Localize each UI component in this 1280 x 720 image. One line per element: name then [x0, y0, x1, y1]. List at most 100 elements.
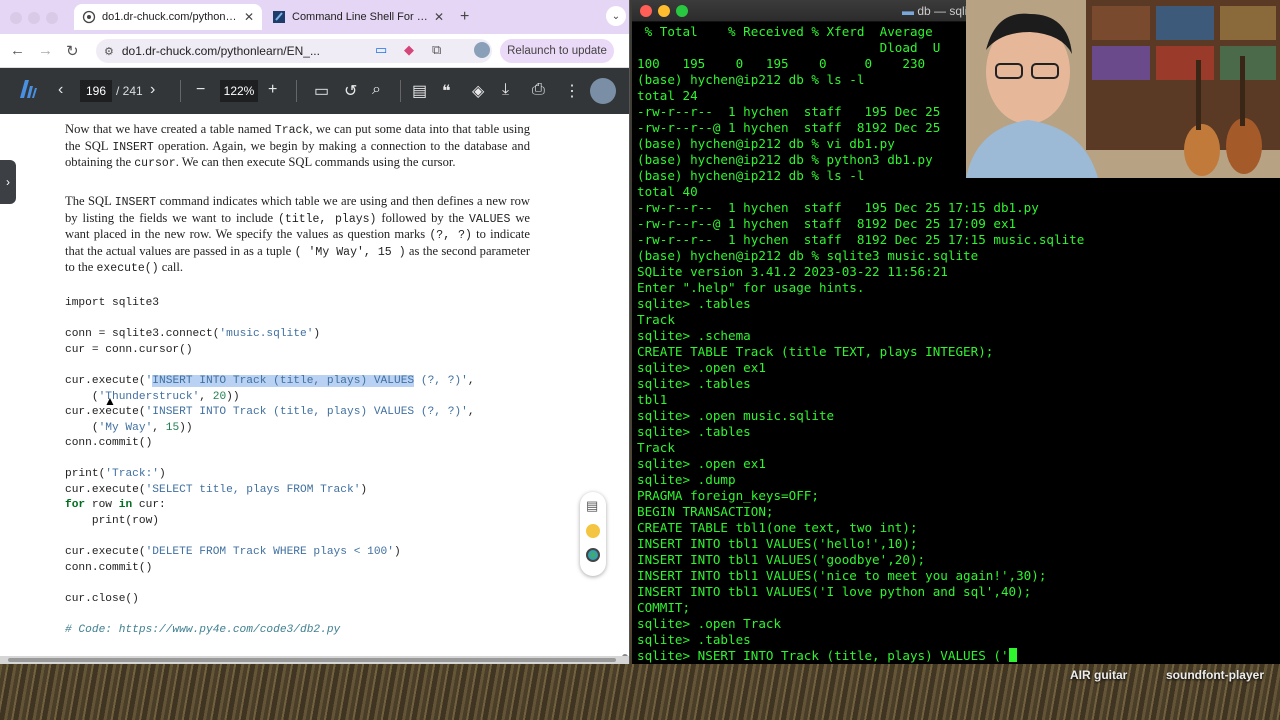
notes-icon[interactable]: ▤ — [586, 498, 598, 514]
toolbar-divider — [400, 80, 401, 102]
download-icon[interactable]: ⤓ — [502, 81, 509, 99]
close-icon[interactable]: ✕ — [434, 10, 444, 24]
code-line: conn = sqlite3.connect('music.sqlite') — [65, 328, 321, 340]
terminal-line: sqlite> .open ex1 — [637, 360, 766, 375]
scrollbar-thumb[interactable] — [8, 658, 616, 662]
terminal-line: INSERT INTO tbl1 VALUES('I love python a… — [637, 584, 1032, 599]
close-icon[interactable]: ✕ — [244, 10, 254, 24]
comment-icon[interactable]: ▤ — [412, 81, 427, 101]
next-page-icon[interactable]: › — [150, 81, 155, 99]
inline-code: VALUES — [468, 212, 511, 226]
code-line: print(row) — [65, 515, 159, 527]
terminal-line: COMMIT; — [637, 600, 691, 615]
zoom-level-input[interactable]: 122% — [220, 80, 258, 102]
terminal-line: Track — [637, 312, 675, 327]
window-close-button[interactable] — [10, 12, 22, 24]
window-zoom-button[interactable] — [46, 12, 58, 24]
code-line: cur.execute('INSERT INTO Track (title, p… — [65, 406, 475, 418]
zoom-out-icon[interactable]: − — [196, 81, 205, 99]
inline-code: (title, plays) — [278, 212, 377, 226]
mouse-cursor-icon: ▲ — [104, 394, 116, 408]
extension-icon[interactable]: ◆ — [404, 42, 414, 58]
terminal-line: tbl1 — [637, 392, 668, 407]
url-text: do1.dr-chuck.com/pythonlearn/EN_... — [121, 44, 320, 58]
code-line: print('Track:') — [65, 468, 166, 480]
search-icon[interactable]: ⌕ — [372, 81, 381, 99]
meet-camera-icon[interactable]: ▭ — [375, 42, 387, 58]
code-line: conn.commit() — [65, 562, 153, 574]
tab-sqlite-cli[interactable]: Command Line Shell For SQLite ✕ — [264, 4, 452, 30]
back-arrow-icon[interactable]: ← — [10, 42, 25, 59]
horizontal-scrollbar[interactable] — [0, 656, 629, 664]
profile-avatar[interactable] — [590, 78, 616, 104]
terminal-line: PRAGMA foreign_keys=OFF; — [637, 488, 819, 503]
terminal-line: SQLite version 3.41.2 2023-03-22 11:56:2… — [637, 264, 948, 279]
code-comment: # Code: https://www.py4e.com/code3/db2.p… — [65, 624, 341, 636]
inline-code: cursor — [134, 157, 176, 171]
terminal-line: sqlite> .open ex1 — [637, 456, 766, 471]
inline-code: Track — [274, 124, 310, 137]
terminal-line: Enter ".help" for usage hints. — [637, 280, 865, 295]
inline-code: execute() — [96, 262, 159, 276]
page-number-input[interactable]: 196 — [80, 80, 112, 102]
print-icon[interactable]: ⎙ — [532, 81, 545, 99]
pdf-logo-icon — [18, 78, 38, 105]
sidebar-toggle-chevron-icon[interactable]: › — [0, 160, 16, 204]
inline-code: INSERT — [114, 196, 157, 209]
zoom-in-icon[interactable]: + — [268, 81, 277, 99]
tab-pythonlearn[interactable]: do1.dr-chuck.com/pythonlearn ✕ — [74, 4, 262, 30]
paragraph-1: Now that we have created a table named T… — [65, 122, 530, 172]
quote-icon[interactable]: ❝ — [442, 81, 451, 101]
code-line: conn.commit() — [65, 437, 153, 449]
toolbar-divider — [296, 80, 297, 102]
relaunch-to-update-button[interactable]: Relaunch to update — [500, 39, 614, 63]
more-options-icon[interactable]: ⋮ — [564, 81, 580, 101]
new-tab-plus-icon[interactable]: + — [460, 8, 469, 26]
terminal-line: INSERT INTO tbl1 VALUES('nice to meet yo… — [637, 568, 1047, 583]
fit-to-page-icon[interactable]: ▭ — [314, 81, 329, 101]
terminal-line: BEGIN TRANSACTION; — [637, 504, 774, 519]
browser-window: do1.dr-chuck.com/pythonlearn ✕ Command L… — [0, 0, 630, 664]
address-bar-row: ← → ↻ ⚙ do1.dr-chuck.com/pythonlearn/EN_… — [0, 34, 629, 68]
terminal-prompt-line[interactable]: sqlite> NSERT INTO Track (title, plays) … — [637, 648, 1277, 664]
highlighter-icon[interactable]: ◈ — [472, 81, 484, 101]
page-total: / 241 — [116, 84, 143, 98]
terminal-line: sqlite> .tables — [637, 632, 751, 647]
webcam-overlay — [966, 0, 1280, 178]
terminal-line: -rw-r--r-- 1 hychen staff 8192 Dec 25 17… — [637, 232, 1085, 247]
terminal-input-text: sqlite> NSERT INTO Track (title, plays) … — [637, 648, 1009, 663]
tab-title: Command Line Shell For SQLite — [292, 11, 428, 23]
paragraph-2: The SQL INSERT command indicates which t… — [65, 194, 530, 277]
code-line: cur.execute('SELECT title, plays FROM Tr… — [65, 484, 368, 496]
forward-arrow-icon[interactable]: → — [38, 42, 53, 59]
terminal-line: sqlite> .schema — [637, 328, 751, 343]
previous-page-icon[interactable]: ‹ — [58, 81, 63, 99]
desktop-icon-label-air-guitar[interactable]: AIR guitar — [1070, 668, 1127, 682]
window-minimize-button[interactable] — [28, 12, 40, 24]
floating-tools-panel: ▤ — [580, 492, 606, 576]
tab-search-chevron-icon[interactable]: ⌄ — [606, 6, 626, 26]
desktop-icon-label-soundfont-player[interactable]: soundfont-player — [1166, 668, 1264, 682]
toolbar-divider — [180, 80, 181, 102]
terminal-line: Track — [637, 440, 675, 455]
terminal-line: total 40 — [637, 184, 698, 199]
folder-icon: ▬ — [901, 4, 918, 18]
terminal-line: CREATE TABLE tbl1(one text, two int); — [637, 520, 918, 535]
terminal-line: sqlite> .tables — [637, 376, 751, 391]
site-settings-icon[interactable]: ⚙ — [104, 45, 114, 58]
tab-title: do1.dr-chuck.com/pythonlearn — [102, 11, 238, 23]
terminal-line: CREATE TABLE Track (title TEXT, plays IN… — [637, 344, 994, 359]
inline-code: (?, ?) — [429, 229, 472, 243]
terminal-line: -rw-r--r-- 1 hychen staff 195 Dec 25 17:… — [637, 200, 1039, 215]
terminal-line: (base) hychen@ip212 db % sqlite3 music.s… — [637, 248, 979, 263]
code-line: for row in cur: — [65, 499, 166, 511]
profile-avatar[interactable] — [474, 42, 490, 58]
rotate-icon[interactable]: ↺ — [344, 81, 357, 101]
reload-icon[interactable]: ↻ — [66, 42, 79, 60]
extensions-puzzle-icon[interactable]: ⧉ — [432, 42, 441, 58]
text: Now that we have created a table named — [65, 122, 275, 136]
code-line: cur.execute('DELETE FROM Track WHERE pla… — [65, 546, 401, 558]
lens-icon[interactable] — [586, 548, 600, 562]
highlight-color-icon[interactable] — [586, 524, 600, 538]
terminal-line: INSERT INTO tbl1 VALUES('hello!',10); — [637, 536, 918, 551]
